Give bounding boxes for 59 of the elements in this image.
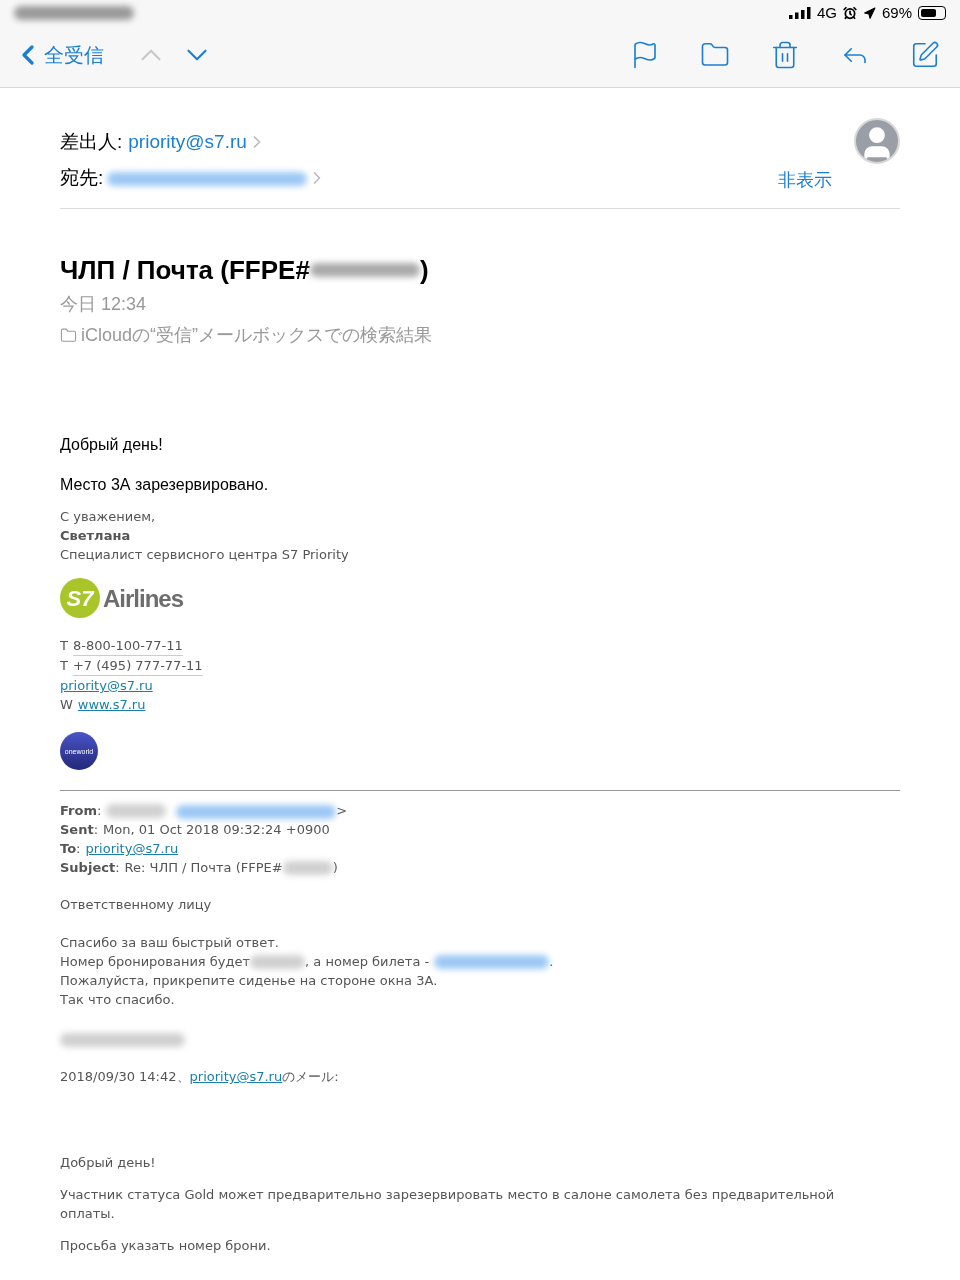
signature-name: Светлана — [60, 527, 132, 545]
contact-prefix: T — [60, 637, 68, 655]
header-field-label: Sent — [60, 821, 94, 839]
header-colon: : — [115, 859, 120, 877]
header-colon: : — [93, 821, 99, 839]
location-icon — [862, 6, 876, 20]
battery-percent: 69% — [881, 2, 912, 23]
network-type: 4G — [816, 2, 837, 23]
signature-role: Специалист сервисного центра S7 Priority — [60, 546, 350, 564]
contact-link[interactable]: www.s7.ru — [77, 695, 146, 714]
body-text: Место 3А зарезервировано. — [60, 475, 270, 495]
header-field-value: Mon, 01 Oct 2018 09:32:24 +0900 — [103, 821, 330, 839]
subject-title-end: ) — [419, 253, 429, 287]
header-field-value: ) — [332, 859, 338, 877]
redacted-blur — [250, 954, 306, 969]
back-button[interactable]: 全受信 — [12, 39, 104, 71]
quoted-text: Номер бронирования будет — [60, 953, 251, 971]
contact-link[interactable]: priority@s7.ru — [60, 676, 153, 695]
folder-icon — [60, 327, 77, 344]
subject-title: ЧЛП / Почта (FFPE# — [60, 253, 310, 287]
avatar — [854, 118, 900, 164]
phone-number[interactable]: +7 (495) 777-77-11 — [72, 656, 203, 676]
header-field-value: > — [336, 802, 348, 820]
header-colon: : — [96, 802, 102, 820]
phone-number[interactable]: 8-800-100-77-11 — [72, 636, 183, 656]
alarm-icon — [842, 6, 857, 20]
quoted-text: Пожалуйста, прикрепите сиденье на стороне окна 3А. — [60, 972, 439, 990]
mailbox-note: iCloudの“受信”メールボックスでの検索結果 — [81, 324, 433, 347]
quoted-text: Просьба указать номер брони. — [60, 1237, 272, 1255]
from-label: 差出人: — [60, 129, 123, 154]
reply-date: 2018/09/30 14:42、 — [60, 1068, 190, 1086]
to-label: 宛先: — [60, 165, 104, 190]
body-text: Добрый день! — [60, 435, 164, 455]
airline-logo: S7 Airlines — [60, 576, 900, 620]
reply-suffix: のメール: — [282, 1068, 339, 1086]
email-link[interactable]: priority@s7.ru — [85, 839, 179, 858]
email-link[interactable]: priority@s7.ru — [189, 1067, 283, 1086]
hide-link[interactable]: 非表示 — [778, 167, 832, 194]
quoted-text: . — [549, 953, 554, 971]
quoted-text: Добрый день! — [60, 1154, 157, 1172]
signal-icon — [788, 7, 811, 19]
header-field-value: Re: ЧЛП / Почта (FFPE# — [124, 859, 283, 877]
quoted-text: Так что спасибо. — [60, 991, 176, 1009]
quoted-greeting: Ответственному лицу — [60, 896, 213, 914]
compose-icon[interactable] — [910, 40, 940, 70]
signature-closing: С уважением, — [60, 508, 157, 526]
quoted-text: , а номер билета - — [305, 953, 430, 971]
trash-icon[interactable] — [770, 40, 800, 70]
contact-prefix: T — [60, 657, 68, 675]
battery-icon — [918, 6, 946, 20]
redacted-blur — [106, 803, 167, 818]
quoted-text: Участник статуса Gold может предварительно зарезервировать место в салоне самолета без предварительной оплаты. — [60, 1186, 836, 1223]
sender-link[interactable]: priority@s7.ru — [128, 127, 247, 157]
date-text: 今日 12:34 — [60, 293, 148, 316]
redacted-blur — [282, 860, 333, 875]
header-colon: : — [76, 840, 81, 858]
contact-prefix: W — [60, 696, 73, 714]
quoted-text: Спасибо за ваш быстрый ответ. — [60, 934, 280, 952]
header-field-label: From — [60, 802, 97, 820]
